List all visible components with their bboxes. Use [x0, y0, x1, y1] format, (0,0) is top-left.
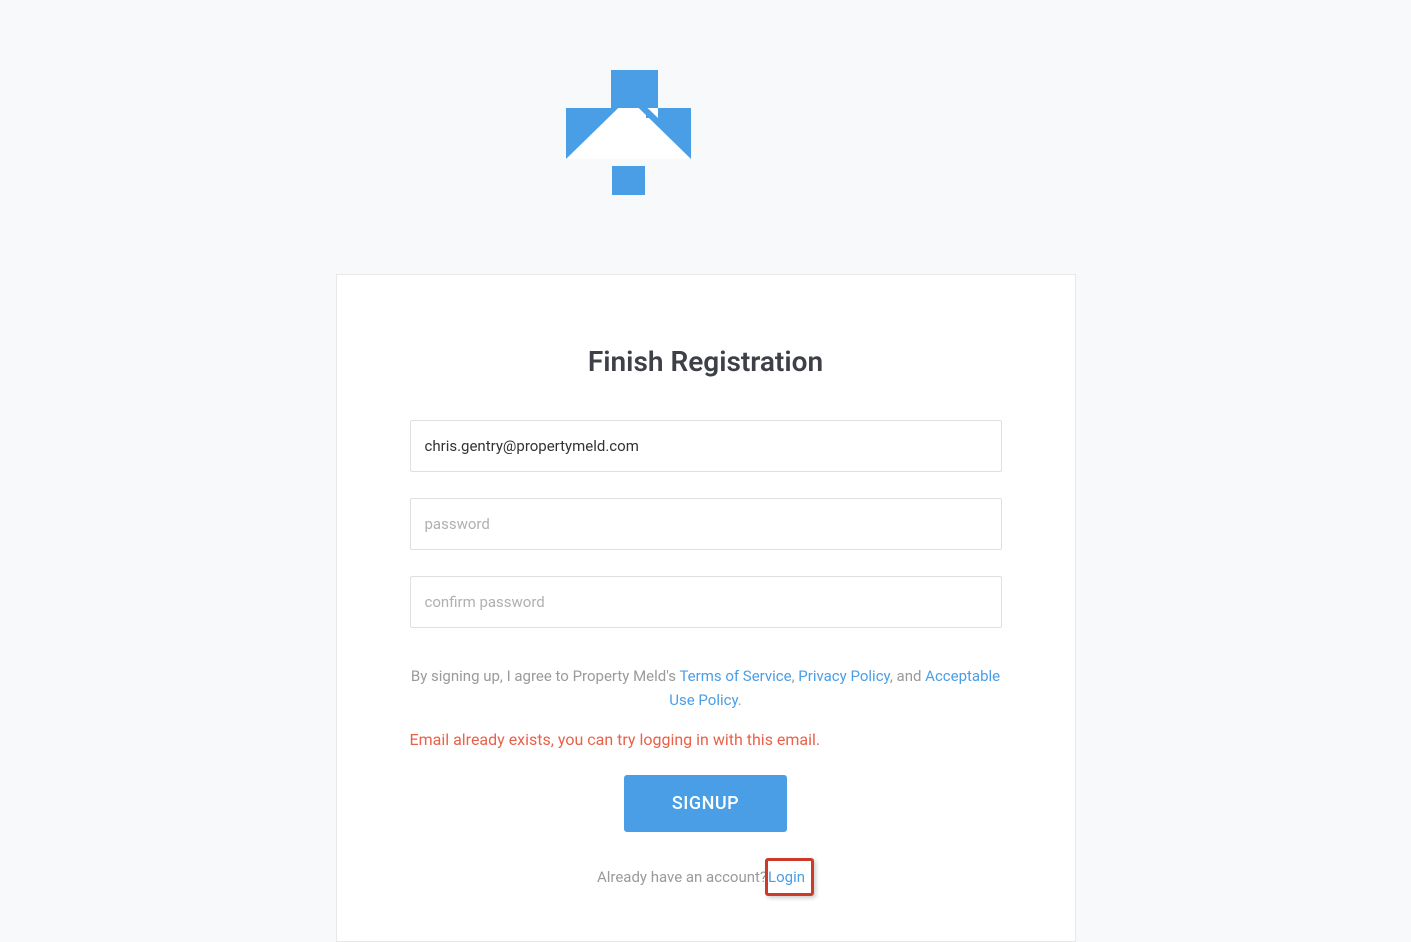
- error-message: Email already exists, you can try loggin…: [410, 730, 1002, 749]
- login-prompt: Already have an account? Login: [410, 858, 1002, 896]
- password-input[interactable]: [410, 498, 1002, 550]
- signup-button[interactable]: SIGNUP: [624, 775, 787, 832]
- terms-text: By signing up, I agree to Property Meld'…: [410, 664, 1002, 712]
- logo: [566, 70, 691, 199]
- house-logo-icon: [566, 70, 691, 195]
- terms-of-service-link[interactable]: Terms of Service: [679, 667, 791, 685]
- login-highlight-box: Login: [765, 858, 814, 896]
- privacy-policy-link[interactable]: Privacy Policy: [798, 667, 890, 685]
- email-input[interactable]: [410, 420, 1002, 472]
- login-link[interactable]: Login: [768, 868, 805, 886]
- confirm-password-input[interactable]: [410, 576, 1002, 628]
- page-title: Finish Registration: [410, 345, 1002, 378]
- registration-card: Finish Registration By signing up, I agr…: [336, 274, 1076, 942]
